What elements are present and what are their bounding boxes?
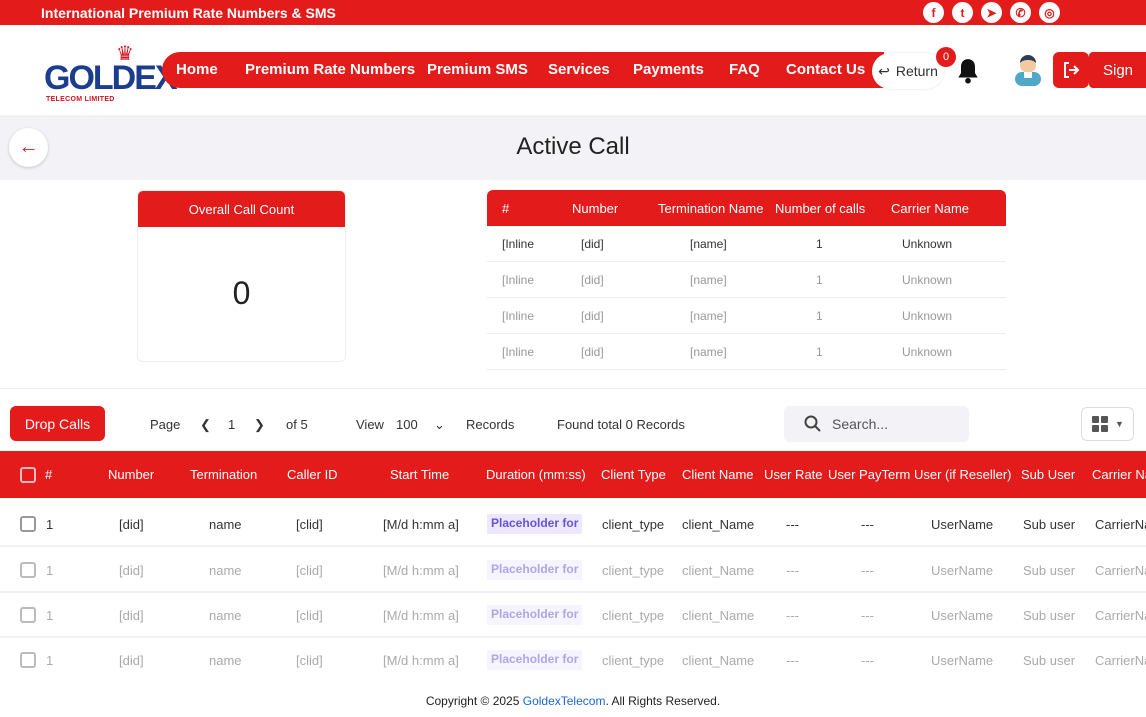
goldex-logo[interactable]: ♛ GOLDEX TELECOM LIMITED [42,41,178,119]
facebook-icon[interactable]: f [923,2,944,23]
caret-down-icon: ▼ [1115,419,1124,429]
table-row[interactable]: [Inline [did] [name] 1 Unknown [487,262,1006,298]
next-page-icon[interactable]: ❯ [254,417,265,433]
title-bar: ← Active Call [0,115,1146,180]
nav-services[interactable]: Services [548,61,610,78]
page-label: Page [150,417,181,432]
drop-calls-button[interactable]: Drop Calls [10,406,105,441]
row-checkbox[interactable] [20,607,36,623]
found-total: Found total 0 Records [557,417,685,432]
count-card-title: Overall Call Count [138,191,345,227]
row-checkbox[interactable] [20,562,36,578]
return-icon: ↩ [878,62,890,79]
search-icon [804,415,821,432]
page-count: of 5 [286,417,308,432]
table-row[interactable]: 1 [did] name [clid] [M/d h:mm a] Placeho… [0,638,1146,683]
bell-icon[interactable] [955,57,981,85]
grid-view-icon [1092,416,1109,432]
row-checkbox[interactable] [20,652,36,668]
grid-toolbar: Drop Calls Page ❮ 1 ❯ of 5 View 100 ⌄ Re… [0,404,1146,444]
nav-premium-rate-numbers[interactable]: Premium Rate Numbers [245,61,415,78]
notification-badge: 0 [936,47,956,67]
nav-payments[interactable]: Payments [633,61,704,78]
main-nav: Home Premium Rate Numbers Premium SMS Se… [162,52,884,88]
nav-premium-sms[interactable]: Premium SMS [427,61,528,78]
logout-icon [1064,62,1080,78]
instagram-icon[interactable]: ◎ [1039,2,1060,23]
table-row[interactable]: [Inline [did] [name] 1 Unknown [487,226,1006,262]
top-bar-title: International Premium Rate Numbers & SMS [41,4,336,21]
row-checkbox[interactable] [20,516,36,532]
table-row[interactable]: 1 [did] name [clid] [M/d h:mm a] Placeho… [0,593,1146,638]
table-row[interactable]: 1 [did] name [clid] [M/d h:mm a] Placeho… [0,548,1146,593]
page-title: Active Call [516,133,630,160]
summary-table-header: # Number Termination Name Number of call… [487,190,1006,226]
section-divider [0,388,1146,389]
footer-brand-link[interactable]: GoldexTelecom [523,694,606,708]
whatsapp-icon[interactable]: ✆ [1010,2,1031,23]
table-row[interactable]: 1 [did] name [clid] [M/d h:mm a] Placeho… [0,502,1146,547]
select-all-checkbox[interactable] [20,467,36,483]
table-row[interactable]: [Inline [did] [name] 1 Unknown [487,334,1006,370]
top-bar: International Premium Rate Numbers & SMS… [0,0,1146,25]
footer: Copyright © 2025 GoldexTelecom. All Righ… [425,694,721,708]
records-label: Records [466,417,515,432]
nav-home[interactable]: Home [176,61,218,78]
page-number[interactable]: 1 [228,417,235,432]
count-card-value: 0 [232,275,251,311]
calls-grid-header: # Number Termination Caller ID Start Tim… [0,451,1146,498]
search-input[interactable]: Search... [784,406,969,442]
sign-in-button[interactable]: Sign [1089,52,1146,88]
twitter-icon[interactable]: t [952,2,973,23]
social-links: f t ➤ ✆ ◎ [923,2,1060,23]
active-calls-summary-table: # Number Termination Name Number of call… [487,190,1006,370]
return-button[interactable]: ↩ Return [872,53,944,89]
logout-button[interactable] [1053,52,1089,88]
page-size-select[interactable]: 100 [396,417,418,432]
table-row[interactable]: [Inline [did] [name] 1 Unknown [487,298,1006,334]
nav-faq[interactable]: FAQ [729,61,760,78]
overall-call-count-card: Overall Call Count 0 [137,190,346,362]
nav-contact-us[interactable]: Contact Us [786,61,865,78]
chevron-down-icon[interactable]: ⌄ [434,417,445,433]
prev-page-icon[interactable]: ❮ [200,417,211,433]
view-toggle-button[interactable]: ▼ [1081,407,1134,441]
avatar[interactable] [1012,52,1044,86]
view-label: View [356,417,384,432]
telegram-icon[interactable]: ➤ [981,2,1002,23]
